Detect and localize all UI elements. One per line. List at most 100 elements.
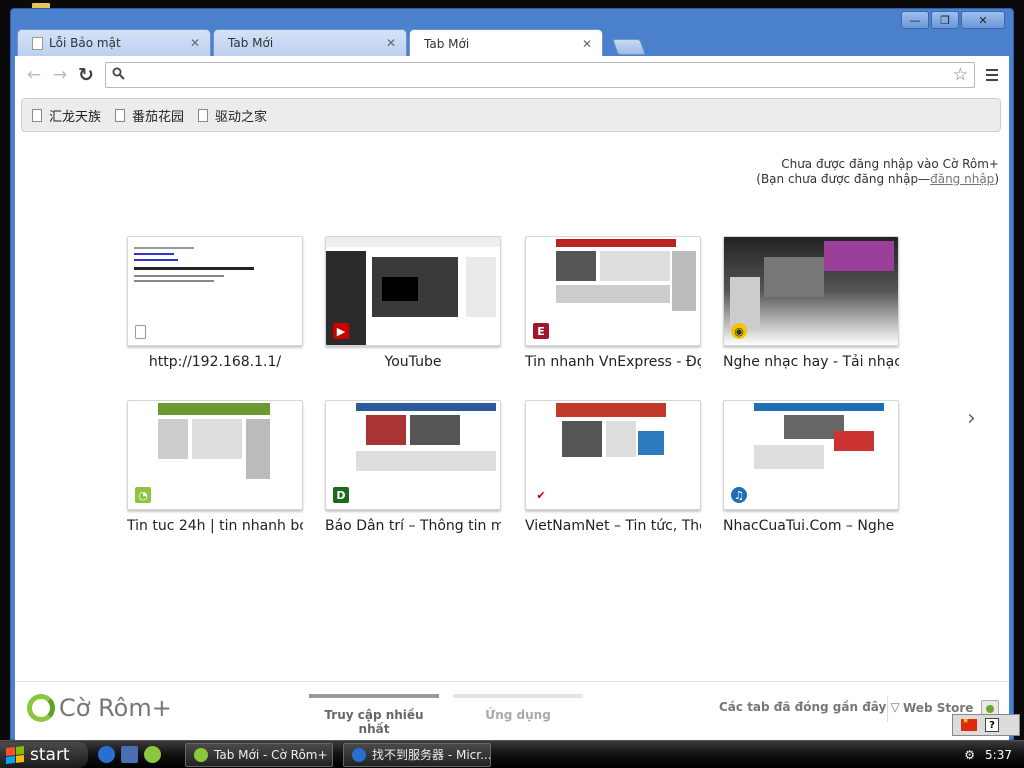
section-label: Ứng dụng (485, 708, 551, 722)
most-visited-tile[interactable]: ◉ Nghe nhạc hay - Tải nhạc ... (723, 236, 899, 370)
thumbnail: D (325, 400, 501, 510)
dantri-icon: D (333, 487, 349, 503)
close-icon[interactable]: ✕ (580, 37, 594, 51)
taskbar-item-ie[interactable]: 找不到服务器 - Micr... (343, 742, 491, 767)
most-visited-tile[interactable]: E Tin nhanh VnExpress - Đọ... (525, 236, 701, 370)
ie-icon[interactable] (98, 746, 115, 763)
bookmark-item[interactable]: 番茄花园 (115, 106, 184, 125)
browser-window: — ❐ ✕ Lỗi Bảo mật ✕ Tab Mới ✕ Tab Mới ✕ … (10, 8, 1014, 741)
window-controls: — ❐ ✕ (901, 11, 1005, 29)
brand-logo: Cờ Rôm+ (27, 694, 172, 722)
china-flag-icon[interactable] (961, 716, 977, 731)
section-indicator (453, 694, 583, 698)
close-icon[interactable]: ✕ (384, 36, 398, 50)
tab-security-error[interactable]: Lỗi Bảo mật ✕ (17, 29, 211, 56)
most-visited-tile[interactable]: ▶ YouTube (325, 236, 501, 370)
taskbar: start Tab Mới - Cờ Rôm+ 找不到服务器 - Micr...… (0, 740, 1024, 768)
most-visited-tile[interactable]: http://192.168.1.1/ (127, 236, 303, 370)
chromium-plus-icon[interactable] (144, 746, 161, 763)
vietnamnet-icon: ✔ (533, 487, 549, 503)
back-button[interactable]: ← (21, 62, 47, 88)
page-icon (135, 325, 146, 339)
tab-title: Tab Mới (424, 36, 470, 51)
reload-button[interactable]: ↻ (73, 62, 99, 88)
signin-link[interactable]: đăng nhập (930, 172, 994, 186)
section-label: Truy cập nhiều nhất (324, 708, 424, 736)
signin-text: ) (994, 172, 999, 186)
volume-icon[interactable]: ⚙ (964, 748, 975, 762)
show-desktop-icon[interactable] (121, 746, 138, 763)
close-window-button[interactable]: ✕ (961, 11, 1005, 29)
task-label: 找不到服务器 - Micr... (372, 748, 491, 762)
tab-new-tab[interactable]: Tab Mới ✕ (213, 29, 407, 56)
menu-button[interactable] (981, 69, 1003, 81)
tile-label: YouTube (384, 354, 442, 370)
most-visited-tile[interactable]: D Báo Dân trí – Thông tin m... (325, 400, 501, 534)
clock: 5:37 (985, 748, 1012, 762)
bookmark-label: 番茄花园 (132, 109, 185, 125)
thumbnail: ▶ (325, 236, 501, 346)
new-tab-button[interactable] (612, 39, 646, 55)
bookmark-item[interactable]: 驱动之家 (198, 106, 267, 125)
page-icon (115, 108, 126, 122)
section-apps[interactable]: Ứng dụng (453, 694, 583, 722)
bookmark-label: 驱动之家 (215, 109, 268, 125)
recently-closed-menu[interactable]: Các tab đã đóng gần đây ▽ (719, 700, 900, 714)
thumbnail: ◉ (723, 236, 899, 346)
ie-icon (352, 747, 366, 762)
tile-label: Báo Dân trí – Thông tin m... (325, 518, 501, 534)
system-tray: ⚙ 5:37 (948, 741, 1024, 768)
bookmark-item[interactable]: 汇龙天族 (32, 106, 101, 125)
page-icon (32, 108, 42, 122)
search-icon (112, 67, 128, 84)
signin-line-2: (Bạn chưa được đăng nhập—đăng nhập) (756, 172, 999, 187)
chromium-plus-icon (194, 747, 208, 762)
quick-launch (98, 746, 161, 763)
tab-strip: Lỗi Bảo mật ✕ Tab Mới ✕ Tab Mới ✕ (17, 27, 677, 57)
omnibox[interactable]: ☆ (105, 62, 975, 88)
bookmark-star-icon[interactable]: ☆ (953, 65, 968, 85)
thumbnail (127, 236, 303, 346)
vnexpress-icon: E (533, 323, 549, 339)
tile-label: VietNamNet – Tin tức, Thời... (525, 518, 701, 534)
new-tab-page: 汇龙天族 番茄花园 驱动之家 Chưa được đăng nhập vào C… (15, 94, 1009, 741)
minimize-button[interactable]: — (901, 11, 929, 29)
most-visited-tile[interactable]: ◔ Tin tuc 24h | tin nhanh bo... (127, 400, 303, 534)
divider (887, 696, 888, 722)
thumbnail: ✔ (525, 400, 701, 510)
chromium-plus-logo-icon (27, 694, 55, 722)
tile-label: Tin tuc 24h | tin nhanh bo... (127, 518, 303, 534)
signin-text: (Bạn chưa được đăng nhập— (756, 172, 931, 186)
tab-title: Lỗi Bảo mật (49, 36, 121, 50)
windows-logo-icon (6, 745, 24, 764)
start-button[interactable]: start (0, 741, 88, 768)
taskbar-item-browser[interactable]: Tab Mới - Cờ Rôm+ (185, 742, 333, 767)
thumbnail: ♫ (723, 400, 899, 510)
nhaccuatui-icon: ♫ (731, 487, 747, 503)
tab-new-tab-active[interactable]: Tab Mới ✕ (409, 29, 603, 57)
forward-button[interactable]: → (47, 62, 73, 88)
brand-name: Cờ Rôm+ (59, 694, 172, 722)
24h-icon: ◔ (135, 487, 151, 503)
tile-label: http://192.168.1.1/ (148, 354, 282, 370)
most-visited-tile[interactable]: ♫ NhacCuaTui.Com – Nghe ... (723, 400, 899, 534)
toolbar: ← → ↻ ☆ (15, 56, 1009, 94)
page-icon (198, 108, 209, 122)
address-input[interactable] (128, 67, 953, 83)
page-icon (32, 36, 43, 50)
next-page-arrow-icon[interactable]: › (967, 406, 976, 431)
thumbnail: E (525, 236, 701, 346)
youtube-icon: ▶ (333, 323, 349, 339)
language-bar: ? (952, 714, 1020, 736)
thumbnail: ◔ (127, 400, 303, 510)
close-icon[interactable]: ✕ (188, 36, 202, 50)
ntp-footer: Cờ Rôm+ Truy cập nhiều nhất Ứng dụng Các… (15, 681, 1009, 741)
most-visited-tile[interactable]: ✔ VietNamNet – Tin tức, Thời... (525, 400, 701, 534)
signin-notice: Chưa được đăng nhập vào Cờ Rôm+ (Bạn chư… (756, 157, 999, 187)
web-store-label: Web Store (903, 701, 974, 715)
help-icon[interactable]: ? (985, 718, 999, 732)
tile-label: Nghe nhạc hay - Tải nhạc ... (723, 354, 899, 370)
maximize-button[interactable]: ❐ (931, 11, 959, 29)
tile-label: Tin nhanh VnExpress - Đọ... (525, 354, 701, 370)
section-most-visited[interactable]: Truy cập nhiều nhất (309, 694, 439, 736)
